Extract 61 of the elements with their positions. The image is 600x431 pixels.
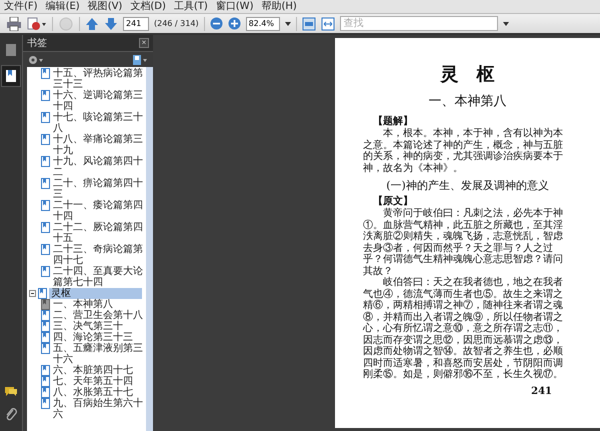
next-page-icon[interactable] [104, 16, 118, 30]
body-paragraph: 岐伯答曰：天之在我者德也，地之在我者气也④，德流气薄而生者也⑤。故生之来谓之精⑥，两精相搏谓之神⑦，随神往来者谓之魂⑧，并精而出入者谓之魄⑨，所以任物者谓之心，心有所忆谓之意⑩，意之所存谓之志⑪，因志而存变谓之思⑫，因思而远慕谓之虑⑬，因虑而处物谓之智⑭。故智者之养生也，必顺四时而适寒暑，和喜怒而安居处，节阴阳而调刚柔⑮。如是，则僻邪⑯不至，长生久视⑰。 [363, 277, 564, 380]
caret-icon[interactable] [502, 22, 509, 26]
body-paragraph: 本，根本。本神，本于神，含有以神为本之意。本篇论述了神的产生，概念，神与五脏的关系，神的病变，尤其强调诊治疾病要本于神，故名为《本神》。 [363, 128, 564, 174]
bookmark-item[interactable]: 十八、举痛论篇第三十九 [53, 134, 145, 156]
chapter-heading: 一、本神第八 [428, 93, 508, 110]
section-heading: (一)神的产生、发展及调神的意义 [385, 178, 550, 193]
close-button[interactable]: × [139, 38, 149, 48]
bookmarks-tab[interactable] [1, 65, 21, 87]
bookmark-item[interactable]: 五、五癃津液别第三十六 [53, 343, 145, 365]
zoom-in-icon[interactable] [228, 17, 241, 30]
comments-icon[interactable] [4, 385, 18, 397]
bookmark-item[interactable]: 一、本神第八 [53, 299, 145, 310]
bookmark-item[interactable]: 二十三、奇病论篇第四十七 [53, 244, 145, 266]
zoom-field[interactable]: 82.4% [246, 16, 280, 30]
page-count: (246 / 314) [154, 19, 199, 28]
page-icon [5, 43, 17, 57]
page-number: 241 [530, 386, 553, 396]
bookmark-item[interactable]: 七、天年第五十四 [53, 376, 145, 387]
bookmark-item[interactable]: 三、决气第三十 [53, 321, 145, 332]
fit-width-icon[interactable] [320, 16, 335, 30]
section-label: 【题解】 [373, 116, 414, 128]
gear-icon[interactable] [28, 54, 44, 64]
panel-title: 书签 [27, 36, 47, 50]
bookmark-item[interactable]: 十六、逆调论篇第三十四 [53, 90, 145, 112]
menu-item[interactable]: 文档(D) [130, 0, 166, 12]
caret-icon[interactable] [284, 22, 291, 26]
bookmark-item[interactable]: 九、百病始生第六十六 [53, 398, 145, 420]
bookmark-item[interactable]: 二十二、厥论篇第四十五 [53, 222, 145, 244]
bookmark-item[interactable]: 十七、咳论篇第三十八 [53, 112, 145, 134]
document-icon[interactable] [27, 16, 47, 30]
bookmark-item[interactable]: 二、营卫生会第十八 [53, 310, 145, 321]
bookmark-add-icon[interactable] [132, 54, 148, 64]
page-number-field[interactable]: 241 [123, 16, 149, 30]
bookmark-item[interactable]: 灵枢 [49, 288, 142, 299]
paperclip-icon[interactable] [5, 407, 17, 421]
bookmark-item[interactable]: 十九、风论篇第四十二 [53, 156, 145, 178]
previous-page-icon[interactable] [85, 16, 99, 30]
bookmark-item[interactable]: 二十、痹论篇第四十三 [53, 178, 145, 200]
bookmark-item[interactable]: 四、海论第三十三 [53, 332, 145, 343]
menu-item[interactable]: 帮助(H) [261, 0, 297, 12]
menu-item[interactable]: 工具(T) [174, 0, 208, 12]
section-label: 【原文】 [373, 196, 414, 208]
bookmark-item[interactable]: 八、水胀第五十七 [53, 387, 145, 398]
menu-item[interactable]: 文件(F) [4, 0, 38, 12]
bookmark-item[interactable]: 六、本脏第四十七 [53, 365, 145, 376]
menu-item[interactable]: 编辑(E) [46, 0, 80, 12]
zoom-out-icon[interactable] [210, 17, 223, 30]
collapse-icon[interactable] [29, 290, 36, 297]
print-icon[interactable] [6, 16, 22, 30]
bookmark-icon [38, 288, 47, 299]
body-paragraph: 黄帝问于岐伯曰：凡刺之法，必先本于神①。血脉营气精神，此五脏之所藏也，至其淫泆离脏②则精失，魂魄飞扬，志意恍乱，智虑去身③者，何因而然乎？天之罪与？人之过乎？何谓德气生精神魂魄心意志思智虑？请问其故？ [363, 208, 564, 276]
bookmark-item[interactable]: 二十四、至真要大论篇第七十四 [53, 266, 145, 288]
bookmark-item[interactable]: 二十一、痿论篇第四十四 [53, 200, 145, 222]
search-field[interactable]: 查找 [340, 16, 498, 31]
menu-item[interactable]: 窗口(W) [216, 0, 254, 12]
bookmark-item[interactable]: 十五、评热病论篇第三十三 [53, 68, 145, 90]
page-title: 灵 枢 [439, 63, 496, 86]
fit-page-icon[interactable] [302, 16, 316, 30]
menu-item[interactable]: 视图(V) [88, 0, 122, 12]
bookmark-icon [5, 69, 17, 83]
